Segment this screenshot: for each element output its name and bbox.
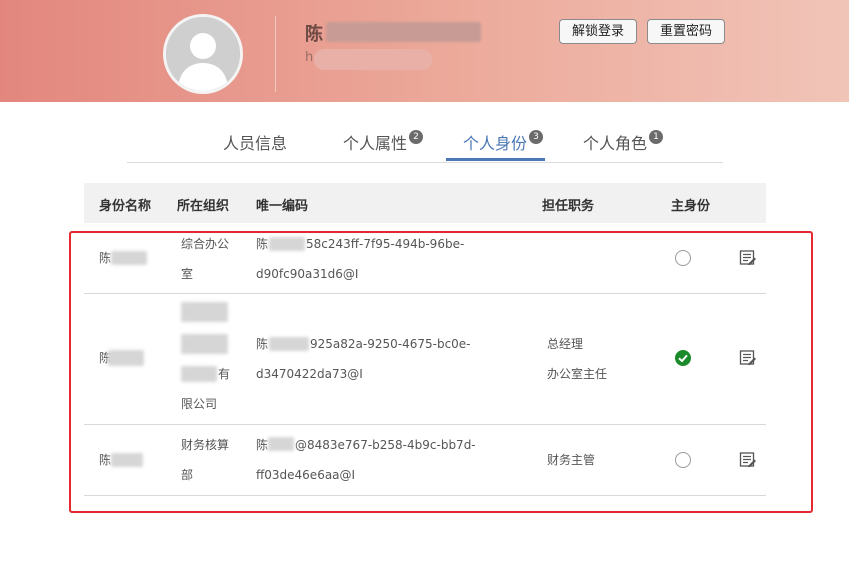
tab-bar: 人员信息 个人属性 2 个人身份 3 个人角色 1	[127, 122, 723, 163]
count-badge: 1	[649, 130, 664, 144]
redacted-subtitle	[314, 49, 432, 70]
user-avatar-icon	[166, 17, 240, 91]
tab-label: 个人身份	[463, 134, 528, 153]
count-badge: 2	[409, 130, 424, 144]
highlight-box	[69, 231, 813, 513]
header-organization: 所在组织	[177, 199, 230, 214]
header-divider	[275, 16, 276, 92]
reset-password-button[interactable]: 重置密码	[647, 19, 725, 44]
header-primary-identity: 主身份	[671, 199, 711, 214]
tab-label: 个人角色	[583, 134, 648, 153]
tab-personal-identity[interactable]: 个人身份 3	[463, 130, 544, 154]
profile-name: 陈	[305, 24, 323, 45]
header-identity-name: 身份名称	[99, 199, 152, 214]
tab-personal-attributes[interactable]: 个人属性 2	[343, 130, 424, 154]
header-unique-code: 唯一编码	[256, 199, 309, 214]
tab-personnel-info[interactable]: 人员信息	[223, 130, 287, 154]
profile-header: 陈 h 解锁登录 重置密码	[0, 0, 849, 102]
unlock-login-button[interactable]: 解锁登录	[559, 19, 637, 44]
table-header: 身份名称 所在组织 唯一编码 担任职务 主身份	[84, 183, 766, 223]
avatar	[163, 14, 243, 94]
tab-label: 人员信息	[223, 134, 288, 153]
header-position: 担任职务	[542, 199, 595, 214]
tab-label: 个人属性	[343, 134, 408, 153]
profile-subtitle: h	[305, 50, 314, 65]
count-badge: 3	[529, 130, 544, 144]
redacted-name	[326, 22, 481, 42]
active-tab-indicator	[446, 158, 545, 161]
tab-personal-role[interactable]: 个人角色 1	[583, 130, 664, 154]
